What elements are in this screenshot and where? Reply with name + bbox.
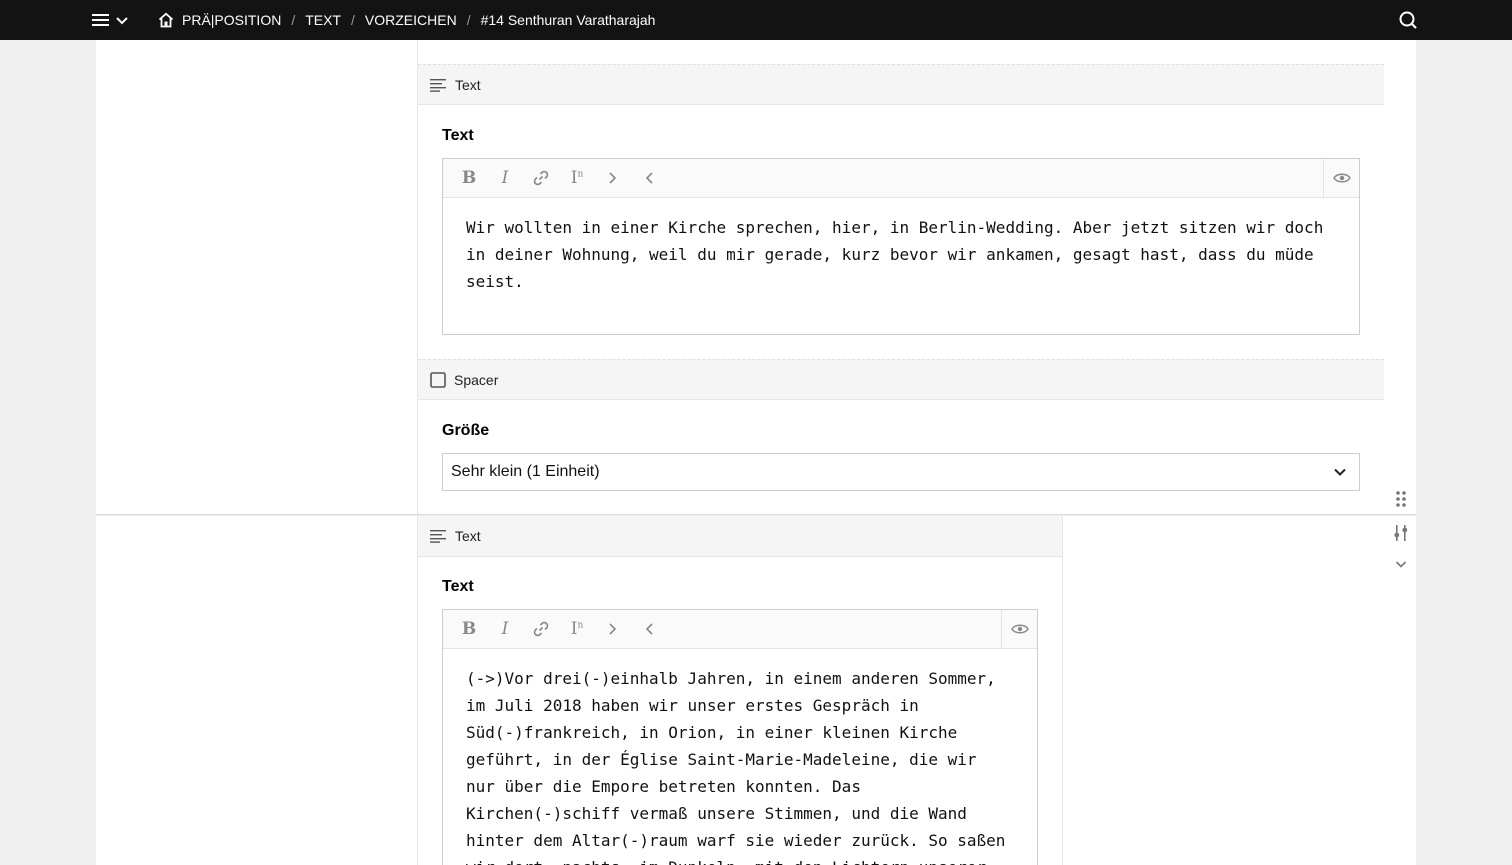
top-bar: PRÄ|POSITION / TEXT / VORZEICHEN / #14 S… bbox=[0, 0, 1512, 40]
text-lines-icon bbox=[430, 530, 446, 543]
text-block-header[interactable]: Text bbox=[418, 64, 1384, 105]
outdent-button[interactable] bbox=[631, 159, 667, 198]
text-editor[interactable]: B I In (->)Vor drei(-)einhalb Jahren, in… bbox=[442, 609, 1038, 865]
editor-content[interactable]: Wir wollten in einer Kirche sprechen, hi… bbox=[443, 198, 1359, 311]
chevron-right-icon bbox=[609, 172, 617, 184]
bold-button[interactable]: B bbox=[451, 610, 487, 649]
preview-button[interactable] bbox=[1001, 610, 1037, 648]
search-icon bbox=[1399, 11, 1417, 29]
breadcrumb-item[interactable]: VORZEICHEN bbox=[363, 12, 459, 28]
field-label-text: Text bbox=[442, 127, 474, 144]
field-label-text: Text bbox=[442, 578, 474, 595]
column-divider bbox=[417, 40, 418, 514]
size-select-value: Sehr klein (1 Einheit) bbox=[451, 463, 600, 480]
superscript-icon: In bbox=[570, 168, 584, 188]
breadcrumb-label: PRÄ|POSITION bbox=[182, 12, 282, 28]
sliders-icon bbox=[1394, 525, 1408, 541]
link-icon bbox=[533, 621, 549, 637]
column-divider bbox=[1062, 516, 1063, 865]
drag-dots-icon bbox=[1396, 491, 1406, 507]
chevron-left-icon bbox=[645, 172, 653, 184]
home-icon bbox=[158, 12, 174, 28]
link-button[interactable] bbox=[523, 610, 559, 649]
breadcrumb-separator: / bbox=[291, 12, 296, 28]
chevron-down-icon bbox=[1334, 468, 1346, 476]
column-divider bbox=[417, 516, 418, 865]
preview-button[interactable] bbox=[1323, 159, 1359, 197]
outdent-button[interactable] bbox=[631, 610, 667, 649]
italic-button[interactable]: I bbox=[487, 159, 523, 198]
hamburger-icon bbox=[92, 14, 109, 26]
chevron-right-icon bbox=[609, 623, 617, 635]
indent-button[interactable] bbox=[595, 159, 631, 198]
spacer-block-header[interactable]: Spacer bbox=[418, 359, 1384, 400]
superscript-icon: In bbox=[570, 619, 584, 639]
editor-toolbar: B I In bbox=[443, 610, 1037, 649]
superscript-button[interactable]: In bbox=[559, 159, 595, 198]
drag-handle[interactable] bbox=[1390, 488, 1412, 510]
editor-toolbar: B I In bbox=[443, 159, 1359, 198]
block-type-label: Text bbox=[455, 76, 481, 93]
chevron-down-icon bbox=[1395, 561, 1407, 568]
italic-icon: I bbox=[501, 619, 509, 639]
superscript-button[interactable]: In bbox=[559, 610, 595, 649]
collapse-button[interactable] bbox=[1390, 553, 1412, 575]
breadcrumb-current[interactable]: #14 Senthuran Varatharajah bbox=[479, 12, 658, 28]
chevron-left-icon bbox=[645, 623, 653, 635]
chevron-down-icon bbox=[116, 17, 128, 25]
main-menu-button[interactable] bbox=[92, 8, 140, 32]
breadcrumb-home[interactable]: PRÄ|POSITION bbox=[156, 12, 283, 28]
bold-icon: B bbox=[461, 168, 477, 188]
bold-button[interactable]: B bbox=[451, 159, 487, 198]
breadcrumb-separator: / bbox=[351, 12, 355, 28]
eye-icon bbox=[1010, 624, 1029, 634]
square-icon bbox=[430, 371, 446, 388]
breadcrumb: PRÄ|POSITION / TEXT / VORZEICHEN / #14 S… bbox=[156, 0, 657, 40]
breadcrumb-separator: / bbox=[466, 12, 471, 28]
italic-icon: I bbox=[501, 168, 509, 188]
row-settings-button[interactable] bbox=[1390, 522, 1412, 544]
link-icon bbox=[533, 170, 549, 186]
size-select[interactable]: Sehr klein (1 Einheit) bbox=[442, 453, 1360, 491]
text-lines-icon bbox=[430, 78, 446, 92]
text-block-header[interactable]: Text bbox=[418, 516, 1062, 557]
breadcrumb-item[interactable]: TEXT bbox=[303, 12, 343, 28]
block-type-label: Spacer bbox=[454, 371, 499, 388]
search-button[interactable] bbox=[1396, 8, 1420, 32]
editor-content[interactable]: (->)Vor drei(-)einhalb Jahren, in einem … bbox=[443, 649, 1037, 865]
italic-button[interactable]: I bbox=[487, 610, 523, 649]
link-button[interactable] bbox=[523, 159, 559, 198]
block-type-label: Text bbox=[455, 528, 481, 544]
bold-icon: B bbox=[461, 619, 477, 639]
text-editor[interactable]: B I In Wir wollten in einer Kirche sprec… bbox=[442, 158, 1360, 335]
indent-button[interactable] bbox=[595, 610, 631, 649]
eye-icon bbox=[1332, 173, 1351, 183]
field-label-size: Größe bbox=[442, 422, 490, 439]
